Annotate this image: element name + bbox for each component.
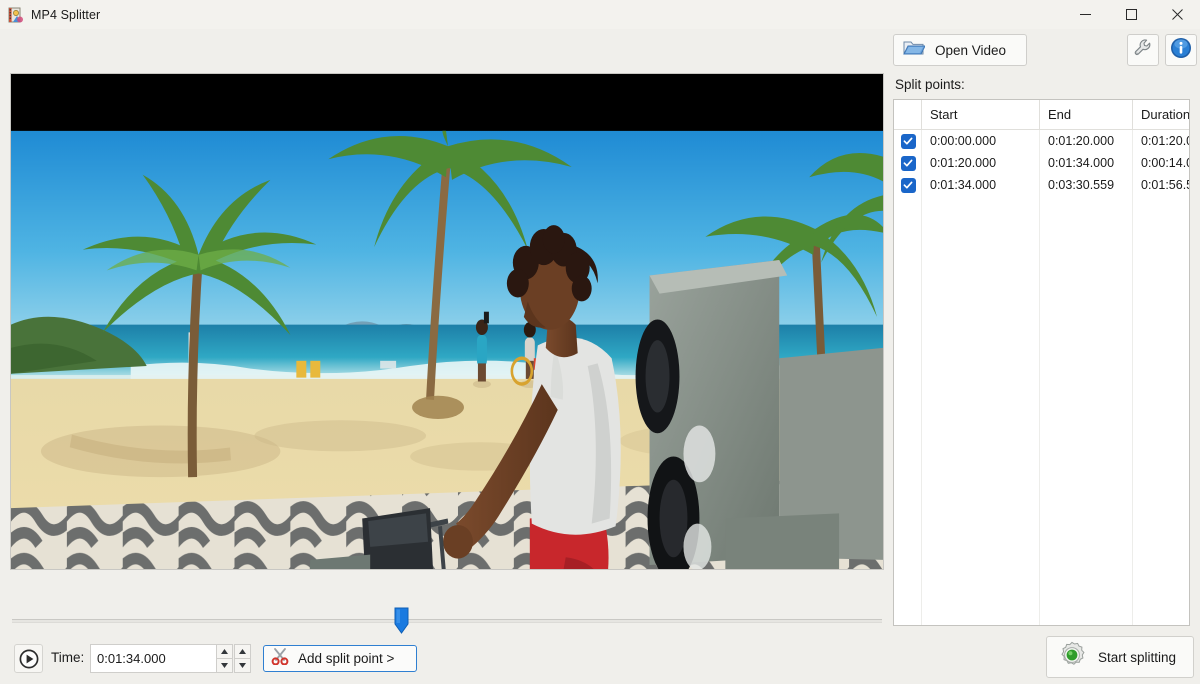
add-split-point-label: Add split point > xyxy=(298,651,394,666)
time-input[interactable] xyxy=(90,644,218,673)
cell-start: 0:00:00.000 xyxy=(922,130,1040,152)
row-checkbox[interactable] xyxy=(894,152,922,174)
app-film-icon xyxy=(8,7,24,23)
column-divider-3 xyxy=(1132,130,1133,625)
table-row[interactable]: 0:01:34.000 0:03:30.559 0:01:56.559 xyxy=(894,174,1189,196)
spinner-fine-down[interactable] xyxy=(234,659,251,674)
column-divider-1 xyxy=(921,130,922,625)
spinner-fine-up[interactable] xyxy=(234,644,251,659)
table-header-row: Start End Duration xyxy=(894,100,1189,130)
column-header-check[interactable] xyxy=(894,100,922,129)
row-checkbox[interactable] xyxy=(894,130,922,152)
cell-start: 0:01:20.000 xyxy=(922,152,1040,174)
about-button[interactable] xyxy=(1165,34,1197,66)
scissors-icon xyxy=(271,647,289,670)
checkbox-checked-icon[interactable] xyxy=(901,178,916,193)
row-checkbox[interactable] xyxy=(894,174,922,196)
checkbox-checked-icon[interactable] xyxy=(901,156,916,171)
cell-duration: 0:00:14.000 xyxy=(1133,152,1189,174)
table-row[interactable]: 0:01:20.000 0:01:34.000 0:00:14.000 xyxy=(894,152,1189,174)
column-divider-2 xyxy=(1039,130,1040,625)
timeline-track[interactable] xyxy=(12,619,882,623)
folder-open-icon xyxy=(903,38,925,62)
split-points-table[interactable]: Start End Duration 0:00:00.000 0:01:20.0… xyxy=(893,99,1190,626)
play-button[interactable] xyxy=(14,644,43,673)
gear-green-icon xyxy=(1057,640,1087,675)
open-video-button[interactable]: Open Video xyxy=(893,34,1027,66)
window-title: MP4 Splitter xyxy=(31,8,100,22)
close-button[interactable] xyxy=(1154,0,1200,29)
timeline-thumb[interactable] xyxy=(394,607,409,634)
cell-duration: 0:01:20.000 xyxy=(1133,130,1189,152)
time-spinner-fine[interactable] xyxy=(234,644,251,673)
table-row[interactable]: 0:00:00.000 0:01:20.000 0:01:20.000 xyxy=(894,130,1189,152)
time-spinner-coarse[interactable] xyxy=(216,644,233,673)
split-points-label: Split points: xyxy=(895,77,965,92)
column-header-start[interactable]: Start xyxy=(922,100,1040,129)
cell-end: 0:03:30.559 xyxy=(1040,174,1133,196)
play-circle-icon xyxy=(19,649,39,669)
app-window: MP4 Splitter xyxy=(0,0,1200,684)
title-bar: MP4 Splitter xyxy=(0,0,1200,29)
window-controls xyxy=(1062,0,1200,29)
video-frame xyxy=(11,74,883,569)
cell-end: 0:01:20.000 xyxy=(1040,130,1133,152)
checkbox-checked-icon[interactable] xyxy=(901,134,916,149)
maximize-button[interactable] xyxy=(1108,0,1154,29)
settings-button[interactable] xyxy=(1127,34,1159,66)
open-video-label: Open Video xyxy=(935,43,1006,58)
add-split-point-button[interactable]: Add split point > xyxy=(263,645,417,672)
column-header-end[interactable]: End xyxy=(1040,100,1133,129)
minimize-button[interactable] xyxy=(1062,0,1108,29)
timeline-slider[interactable] xyxy=(12,617,882,623)
video-preview[interactable] xyxy=(10,73,884,570)
info-icon xyxy=(1170,37,1192,64)
spinner-coarse-down[interactable] xyxy=(216,659,233,674)
time-label: Time: xyxy=(51,650,84,665)
cell-duration: 0:01:56.559 xyxy=(1133,174,1189,196)
column-header-duration[interactable]: Duration xyxy=(1133,100,1189,129)
cell-start: 0:01:34.000 xyxy=(922,174,1040,196)
start-splitting-label: Start splitting xyxy=(1098,650,1176,665)
wrench-icon xyxy=(1133,38,1153,63)
spinner-coarse-up[interactable] xyxy=(216,644,233,659)
cell-end: 0:01:34.000 xyxy=(1040,152,1133,174)
start-splitting-button[interactable]: Start splitting xyxy=(1046,636,1194,678)
